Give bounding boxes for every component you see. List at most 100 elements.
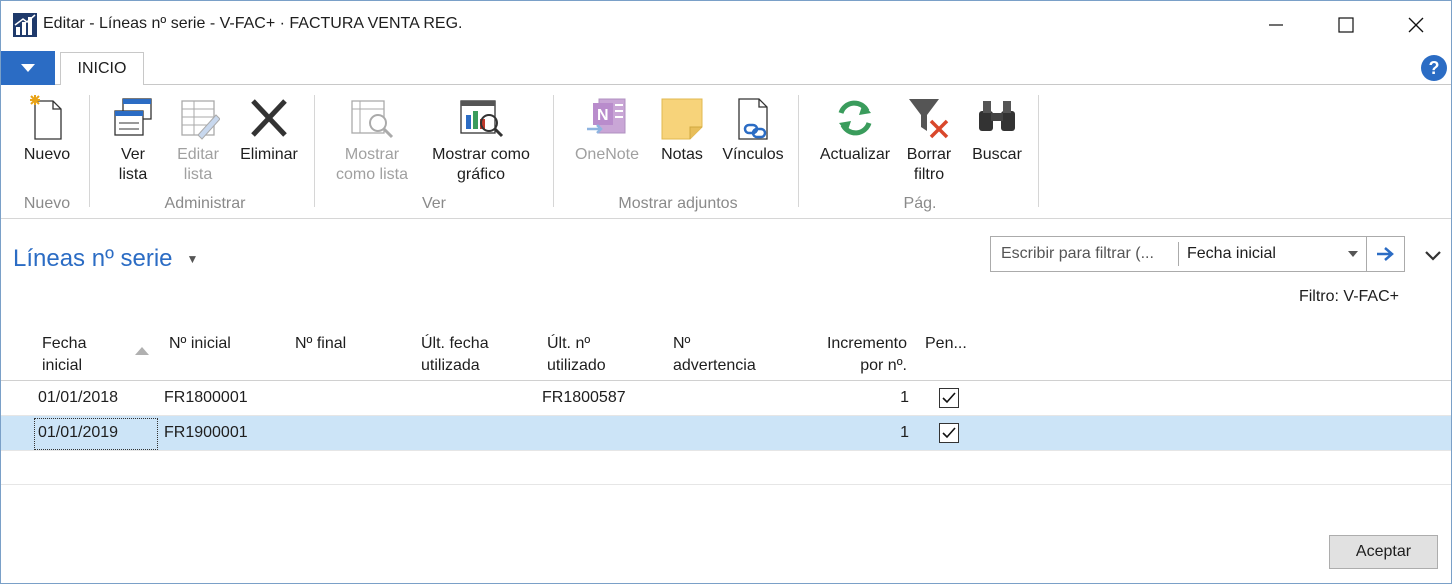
tab-inicio[interactable]: INICIO — [60, 52, 144, 86]
header-text: Nº — [673, 335, 691, 352]
column-header-incremento[interactable]: Incremento por nº. — [801, 333, 907, 377]
ribbon-separator — [89, 95, 90, 207]
new-document-icon — [23, 93, 71, 143]
buscar-button[interactable]: Buscar — [967, 93, 1027, 165]
arrow-right-icon — [1376, 247, 1394, 261]
show-as-chart-icon — [457, 93, 505, 143]
nuevo-button[interactable]: Nuevo — [15, 93, 79, 165]
header-text: Últ. fecha — [421, 335, 489, 352]
editar-lista-label-2: lista — [183, 166, 213, 183]
header-text: utilizada — [421, 357, 480, 374]
ribbon: Nuevo Nuevo Ver lista Editar lista Elimi… — [1, 85, 1451, 219]
notas-button[interactable]: Notas — [653, 93, 711, 165]
mostrar-como-lista-button[interactable]: Mostrar como lista — [327, 93, 417, 185]
note-icon — [658, 93, 706, 143]
page-title[interactable]: Líneas nº serie ▼ — [13, 245, 198, 273]
binoculars-icon — [973, 93, 1021, 143]
cell-fecha-inicial[interactable]: 01/01/2018 — [38, 389, 118, 407]
maximize-icon — [1338, 17, 1354, 33]
chevron-down-icon: ▼ — [186, 252, 199, 266]
borrar-filtro-label-1: Borrar — [906, 146, 952, 163]
cell-fecha-inicial[interactable]: 01/01/2019 — [38, 424, 118, 442]
minimize-button[interactable] — [1241, 1, 1311, 49]
filter-field-select[interactable]: Fecha inicial — [1179, 237, 1366, 271]
mostrar-grafico-label-1: Mostrar como — [432, 146, 530, 163]
ver-lista-label-1: Ver — [120, 146, 145, 163]
filter-box: Fecha inicial — [990, 236, 1405, 272]
vinculos-button[interactable]: Vínculos — [717, 93, 789, 165]
column-header-n-inicial[interactable]: Nº inicial — [169, 333, 231, 355]
ribbon-tab-bar: INICIO ? — [1, 49, 1451, 86]
svg-text:N: N — [597, 107, 609, 124]
editar-lista-button[interactable]: Editar lista — [169, 93, 227, 185]
dropdown-arrow-icon — [21, 64, 35, 72]
eliminar-button[interactable]: Eliminar — [233, 93, 305, 165]
filter-field-value: Fecha inicial — [1187, 245, 1276, 262]
onenote-button[interactable]: N OneNote — [567, 93, 647, 165]
view-list-icon — [109, 93, 157, 143]
column-header-n-advertencia[interactable]: Nº advertencia — [673, 333, 756, 377]
ver-lista-label-2: lista — [118, 166, 148, 183]
header-text: Últ. nº — [547, 335, 591, 352]
application-menu-button[interactable] — [1, 51, 55, 85]
mostrar-como-grafico-button[interactable]: Mostrar como gráfico — [421, 93, 541, 185]
empty-row[interactable] — [1, 451, 1451, 485]
window-title: Editar - Líneas nº serie - V-FAC+ · FACT… — [43, 15, 463, 32]
close-button[interactable] — [1381, 1, 1451, 49]
column-header-n-final[interactable]: Nº final — [295, 333, 346, 355]
accept-button[interactable]: Aceptar — [1329, 535, 1438, 569]
clear-filter-icon — [905, 93, 953, 143]
column-header-ult-fecha[interactable]: Últ. fecha utilizada — [421, 333, 489, 377]
cell-incremento[interactable]: 1 — [801, 424, 909, 442]
group-label-nuevo: Nuevo — [23, 195, 71, 212]
close-icon — [1408, 17, 1424, 33]
help-icon[interactable]: ? — [1421, 55, 1447, 81]
column-header-fecha-inicial[interactable]: Fecha inicial — [42, 333, 86, 377]
borrar-filtro-button[interactable]: Borrar filtro — [901, 93, 957, 185]
sort-ascending-icon — [135, 347, 149, 355]
header-text: Fecha — [42, 335, 87, 352]
header-text: por nº. — [860, 357, 907, 374]
edit-list-icon — [174, 93, 222, 143]
ver-lista-button[interactable]: Ver lista — [105, 93, 161, 185]
group-label-ver: Ver — [421, 195, 446, 212]
ribbon-separator — [553, 95, 554, 207]
cell-n-inicial[interactable]: FR1900001 — [164, 424, 248, 442]
delete-x-icon — [245, 93, 293, 143]
filter-input[interactable] — [991, 237, 1178, 271]
link-icon — [729, 93, 777, 143]
header-text: advertencia — [673, 357, 756, 374]
cell-incremento[interactable]: 1 — [801, 389, 909, 407]
column-header-ult-n[interactable]: Últ. nº utilizado — [547, 333, 606, 377]
maximize-button[interactable] — [1311, 1, 1381, 49]
actualizar-label: Actualizar — [819, 146, 891, 163]
header-text: utilizado — [547, 357, 606, 374]
checkmark-icon — [942, 392, 956, 404]
table-row[interactable]: 01/01/2018 FR1800001 FR1800587 1 — [1, 381, 1451, 416]
buscar-label: Buscar — [972, 146, 1022, 163]
actualizar-button[interactable]: Actualizar — [813, 93, 897, 165]
cell-ult-n[interactable]: FR1800587 — [542, 389, 626, 407]
pendiente-checkbox[interactable] — [939, 423, 959, 443]
minimize-icon — [1269, 24, 1283, 26]
ribbon-separator — [798, 95, 799, 207]
group-label-administrar: Administrar — [164, 195, 246, 212]
page-title-text: Líneas nº serie — [13, 245, 173, 272]
group-label-pag: Pág. — [903, 195, 937, 212]
pendiente-checkbox[interactable] — [939, 388, 959, 408]
cell-n-inicial[interactable]: FR1800001 — [164, 389, 248, 407]
onenote-label: OneNote — [574, 146, 640, 163]
editar-lista-label-1: Editar — [177, 146, 219, 163]
mostrar-grafico-label-2: gráfico — [456, 166, 506, 183]
app-logo-icon — [13, 13, 37, 37]
show-as-list-icon — [348, 93, 396, 143]
apply-filter-button[interactable] — [1366, 237, 1404, 271]
onenote-icon: N — [583, 93, 631, 143]
column-header-pendiente[interactable]: Pen... — [925, 333, 967, 355]
grid-header: Fecha inicial Nº inicial Nº final Últ. f… — [1, 327, 1451, 381]
title-bar: Editar - Líneas nº serie - V-FAC+ · FACT… — [1, 1, 1451, 49]
refresh-icon — [831, 93, 879, 143]
table-row[interactable]: 01/01/2019 FR1900001 1 — [1, 416, 1451, 451]
group-label-adjuntos: Mostrar adjuntos — [618, 195, 738, 212]
chevron-down-icon[interactable] — [1423, 245, 1443, 265]
